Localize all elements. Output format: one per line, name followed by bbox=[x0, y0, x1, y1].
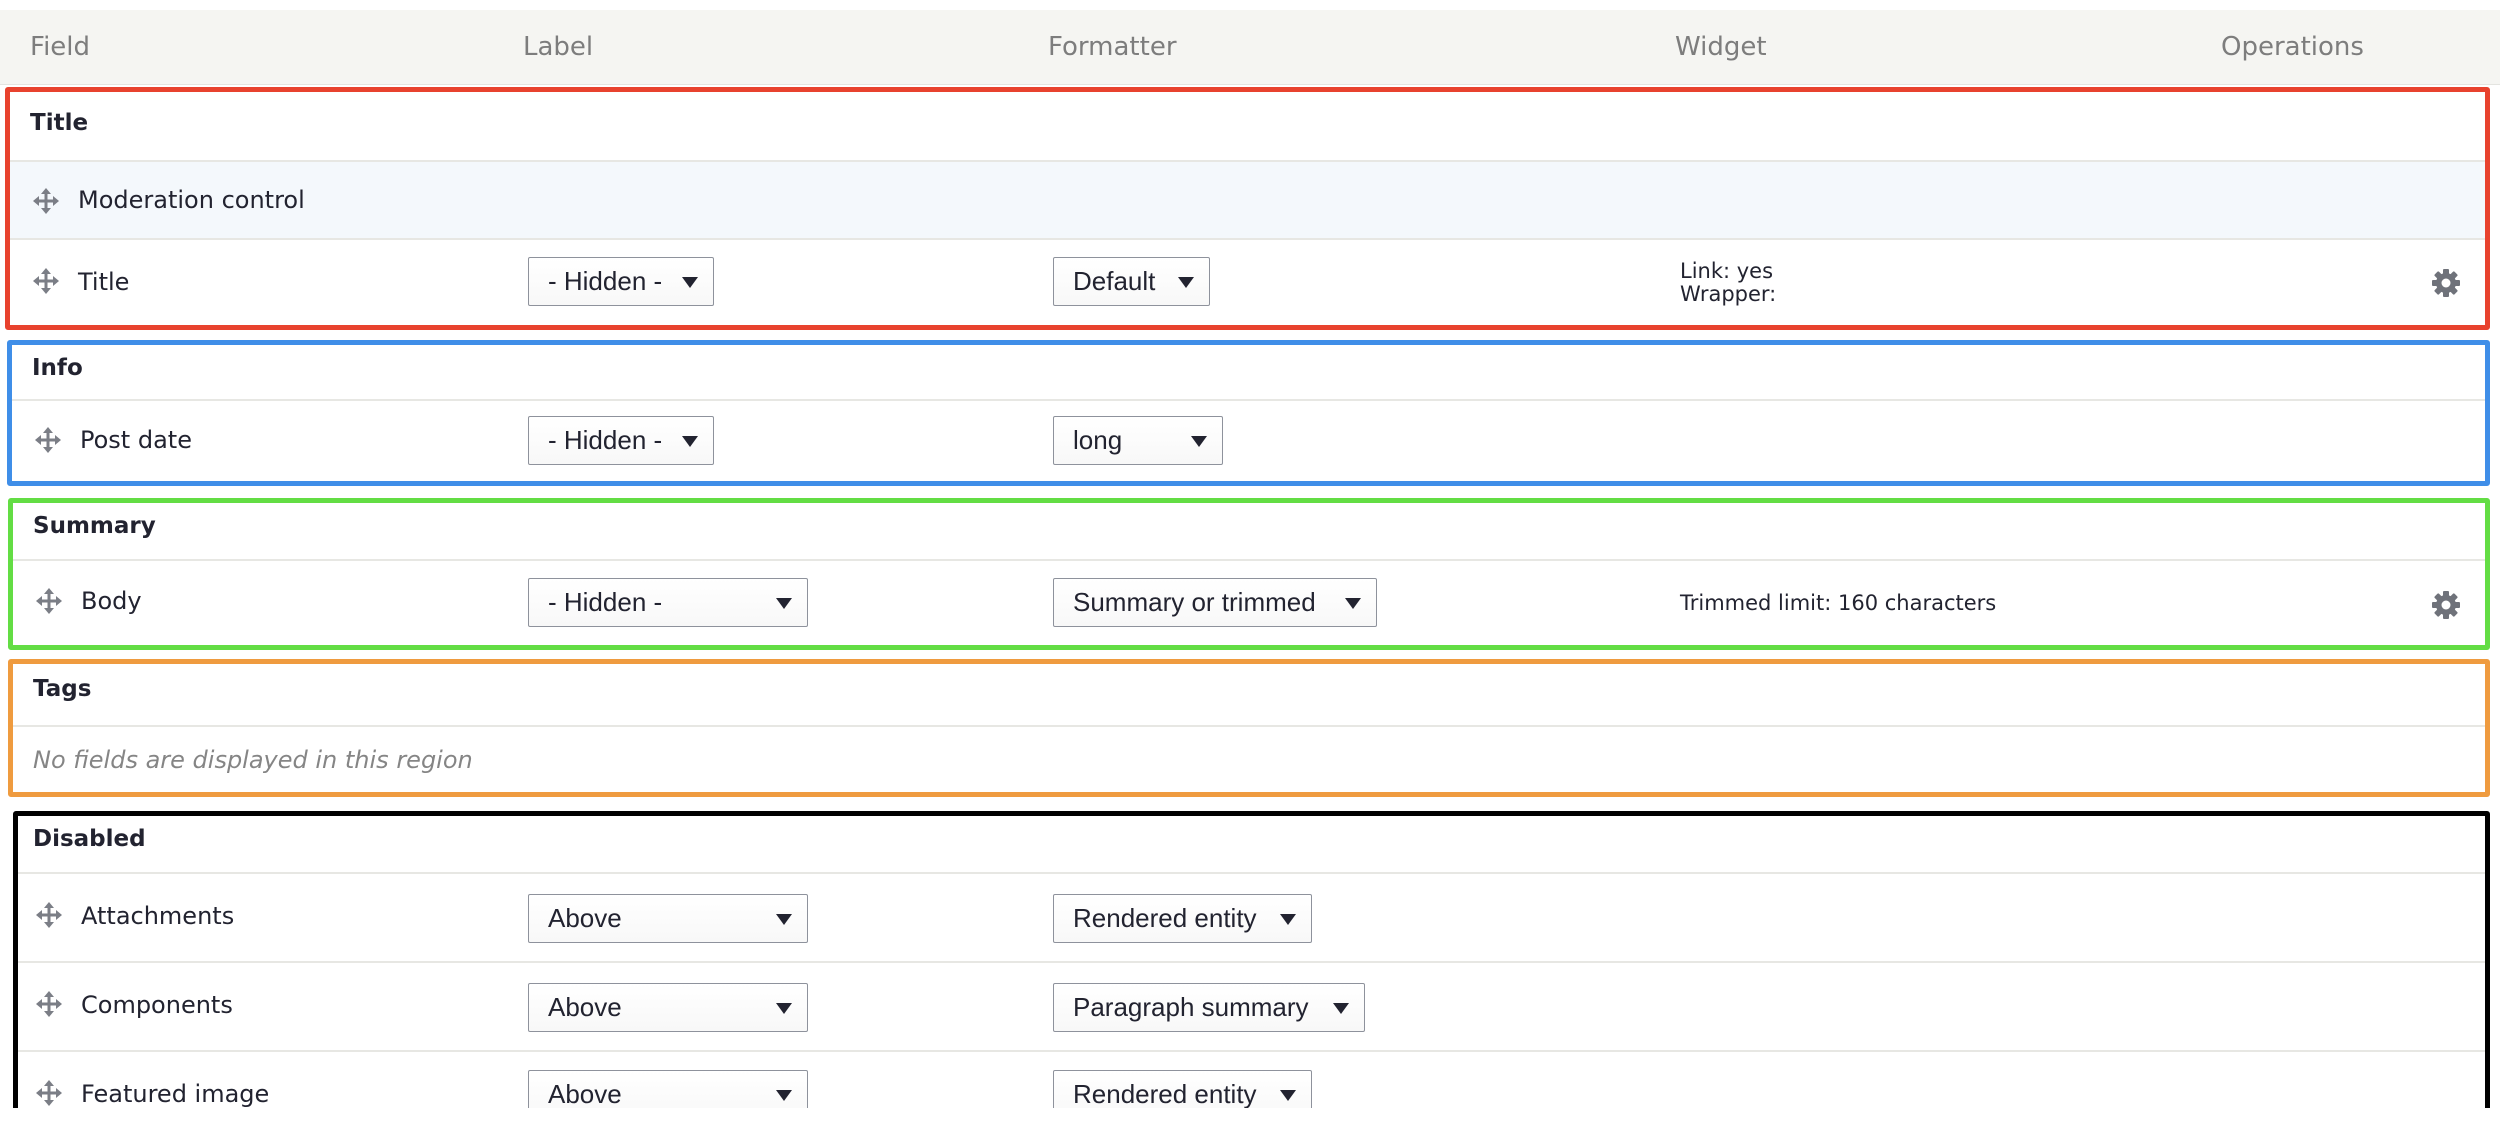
move-arrows-icon[interactable] bbox=[35, 901, 63, 929]
field-name: Attachments bbox=[81, 902, 235, 930]
move-arrows-icon[interactable] bbox=[35, 990, 63, 1018]
label-select[interactable]: - Hidden - bbox=[528, 257, 714, 306]
label-select[interactable]: - Hidden - bbox=[528, 578, 808, 627]
column-header-field: Field bbox=[30, 32, 91, 62]
move-arrows-icon[interactable] bbox=[35, 1079, 63, 1107]
formatter-select-value: Paragraph summary bbox=[1073, 992, 1309, 1022]
caret-down-icon bbox=[1345, 598, 1361, 609]
table-header: Field Label Formatter Widget Operations bbox=[0, 10, 2500, 85]
region-info-header: Info bbox=[12, 345, 2485, 401]
region-summary-label: Summary bbox=[33, 513, 156, 539]
label-select[interactable]: Above bbox=[528, 983, 808, 1032]
caret-down-icon bbox=[1280, 914, 1296, 925]
caret-down-icon bbox=[1191, 436, 1207, 447]
caret-down-icon bbox=[776, 1003, 792, 1014]
column-header-widget: Widget bbox=[1675, 32, 1767, 62]
region-info-label: Info bbox=[32, 355, 83, 381]
summary-wrapper: Wrapper: bbox=[1680, 282, 1777, 306]
region-tags: Tags No fields are displayed in this reg… bbox=[8, 659, 2490, 797]
gear-icon[interactable] bbox=[2430, 589, 2462, 621]
gear-icon[interactable] bbox=[2430, 267, 2462, 299]
label-select-value: - Hidden - bbox=[548, 587, 663, 617]
label-select-value: - Hidden - bbox=[548, 425, 663, 455]
formatter-select-value: Rendered entity bbox=[1073, 1079, 1257, 1109]
formatter-select[interactable]: Default bbox=[1053, 257, 1210, 306]
move-arrows-icon[interactable] bbox=[34, 426, 62, 454]
region-empty-message: No fields are displayed in this region bbox=[33, 746, 473, 774]
region-disabled: Disabled Attachments Above Rendered enti… bbox=[13, 811, 2490, 1119]
formatter-select-value: long bbox=[1073, 425, 1123, 455]
move-arrows-icon[interactable] bbox=[35, 587, 63, 615]
caret-down-icon bbox=[776, 914, 792, 925]
region-title-label: Title bbox=[30, 110, 89, 136]
region-summary: Summary Body - Hidden - Summary or trimm… bbox=[8, 498, 2490, 650]
label-select-value: - Hidden - bbox=[548, 266, 663, 296]
field-row-moderation-control: Moderation control bbox=[10, 162, 2485, 240]
caret-down-icon bbox=[776, 1090, 792, 1101]
region-info: Info Post date - Hidden - long bbox=[7, 340, 2490, 486]
formatter-select[interactable]: Summary or trimmed bbox=[1053, 578, 1377, 627]
formatter-select-value: Default bbox=[1073, 266, 1156, 296]
field-row-attachments: Attachments Above Rendered entity bbox=[18, 874, 2485, 963]
formatter-select-value: Summary or trimmed bbox=[1073, 587, 1316, 617]
label-select-value: Above bbox=[548, 1079, 622, 1109]
region-summary-header: Summary bbox=[13, 503, 2485, 561]
field-row-components: Components Above Paragraph summary bbox=[18, 963, 2485, 1052]
caret-down-icon bbox=[1280, 1090, 1296, 1101]
column-header-operations: Operations bbox=[2221, 32, 2364, 62]
label-select-value: Above bbox=[548, 903, 622, 933]
region-empty-row: No fields are displayed in this region bbox=[13, 727, 2485, 792]
field-name: Title bbox=[78, 268, 130, 296]
region-tags-header: Tags bbox=[13, 664, 2485, 727]
column-header-label: Label bbox=[523, 32, 594, 62]
formatter-select[interactable]: Rendered entity bbox=[1053, 894, 1312, 943]
field-row-title: Title - Hidden - Default Link: yes Wrapp… bbox=[10, 240, 2485, 325]
caret-down-icon bbox=[682, 277, 698, 288]
caret-down-icon bbox=[1178, 277, 1194, 288]
region-title-header: Title bbox=[10, 92, 2485, 162]
region-disabled-label: Disabled bbox=[33, 826, 146, 852]
caret-down-icon bbox=[682, 436, 698, 447]
move-arrows-icon[interactable] bbox=[32, 187, 60, 215]
field-name: Post date bbox=[80, 426, 192, 454]
field-name: Components bbox=[81, 991, 233, 1019]
field-row-post-date: Post date - Hidden - long bbox=[12, 401, 2485, 481]
field-row-featured-image: Featured image Above Rendered entity bbox=[18, 1052, 2485, 1119]
field-name: Moderation control bbox=[78, 186, 305, 214]
region-tags-label: Tags bbox=[33, 676, 92, 702]
column-header-formatter: Formatter bbox=[1048, 32, 1177, 62]
label-select[interactable]: Above bbox=[528, 894, 808, 943]
caret-down-icon bbox=[1333, 1003, 1349, 1014]
region-title: Title Moderation control Title - Hidden … bbox=[5, 87, 2490, 330]
field-name: Featured image bbox=[81, 1080, 270, 1108]
field-name: Body bbox=[81, 587, 142, 615]
field-row-body: Body - Hidden - Summary or trimmed Trimm… bbox=[13, 561, 2485, 645]
summary-trimmed-limit: Trimmed limit: 160 characters bbox=[1680, 591, 1997, 615]
summary-link: Link: yes bbox=[1680, 259, 1774, 283]
formatter-summary: Link: yes Wrapper: bbox=[1680, 260, 1776, 306]
label-select[interactable]: - Hidden - bbox=[528, 416, 714, 465]
formatter-select-value: Rendered entity bbox=[1073, 903, 1257, 933]
bottom-fade bbox=[0, 1108, 2500, 1125]
formatter-select[interactable]: long bbox=[1053, 416, 1223, 465]
label-select-value: Above bbox=[548, 992, 622, 1022]
move-arrows-icon[interactable] bbox=[32, 267, 60, 295]
formatter-select[interactable]: Paragraph summary bbox=[1053, 983, 1365, 1032]
caret-down-icon bbox=[776, 598, 792, 609]
formatter-summary: Trimmed limit: 160 characters bbox=[1680, 592, 1996, 615]
region-disabled-header: Disabled bbox=[18, 816, 2485, 874]
